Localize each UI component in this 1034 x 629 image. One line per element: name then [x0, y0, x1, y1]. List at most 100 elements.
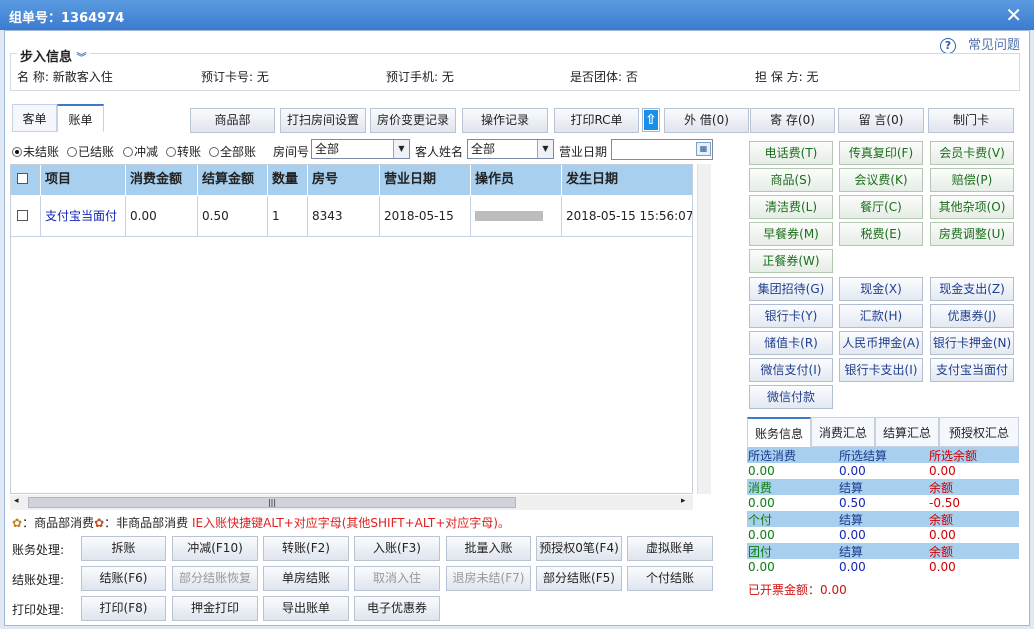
checkout-button[interactable]: 结账(F6): [81, 566, 166, 591]
print-rc-button[interactable]: 打印RC单: [554, 108, 639, 133]
partial-checkout-button[interactable]: 部分结账(F5): [536, 566, 622, 591]
guest-name-select[interactable]: 全部 ▼: [467, 139, 554, 159]
calendar-icon[interactable]: ▦: [696, 142, 711, 156]
tab-settle-summary[interactable]: 结算汇总: [875, 417, 939, 447]
single-room-checkout-button[interactable]: 单房结账: [263, 566, 349, 591]
biz-date-input[interactable]: ▦: [611, 139, 713, 160]
virtual-bill-button[interactable]: 虚拟账单: [627, 536, 713, 561]
pay-cash-out-button[interactable]: 现金支出(Z): [930, 277, 1014, 301]
scroll-right-icon[interactable]: ▸: [681, 496, 686, 506]
make-key-card-button[interactable]: 制门卡: [928, 108, 1014, 133]
chevron-down-icon[interactable]: ︾: [77, 53, 87, 64]
chevron-down-icon[interactable]: ▼: [393, 140, 409, 158]
info-label: 担 保 方:: [755, 70, 807, 84]
cleaning-setting-button[interactable]: 打扫房间设置: [280, 108, 366, 133]
pay-wechat-pay-button[interactable]: 微信付款: [749, 385, 833, 409]
pay-bank-card-button[interactable]: 银行卡(Y): [749, 304, 833, 328]
col-bizdate[interactable]: 营业日期: [380, 165, 471, 195]
pay-cash-button[interactable]: 现金(X): [839, 277, 923, 301]
tab-account-info[interactable]: 账务信息: [747, 417, 811, 447]
charge-fax-button[interactable]: 传真复印(F): [839, 141, 923, 165]
col-consume[interactable]: 消费金额: [126, 165, 198, 195]
filter-unsettled[interactable]: 未结账: [12, 143, 59, 160]
chevron-down-icon[interactable]: ▼: [537, 140, 553, 158]
split-bill-button[interactable]: 拆账: [81, 536, 166, 561]
filter-settled[interactable]: 已结账: [67, 143, 114, 160]
deposit-button[interactable]: 寄 存(0): [750, 108, 835, 133]
pay-rmb-deposit-button[interactable]: 人民币押金(A): [839, 331, 923, 355]
pay-alipay-button[interactable]: 支付宝当面付: [930, 358, 1014, 382]
charge-phone-button[interactable]: 电话费(T): [749, 141, 833, 165]
section-title[interactable]: 步入信息 ︾: [17, 46, 90, 65]
tab-consume-summary[interactable]: 消费汇总: [811, 417, 875, 447]
products-button[interactable]: 商品部: [190, 108, 275, 133]
help-link[interactable]: ? 常见问题: [940, 34, 1020, 54]
post-button[interactable]: 入账(F3): [354, 536, 440, 561]
pay-remit-button[interactable]: 汇款(H): [839, 304, 923, 328]
room-select[interactable]: 全部 ▼: [311, 139, 410, 159]
charge-compensation-button[interactable]: 赔偿(P): [930, 168, 1014, 192]
scroll-thumb[interactable]: |||: [28, 497, 516, 508]
cancel-checkin-button[interactable]: 取消入住: [354, 566, 440, 591]
select-all-checkbox[interactable]: [11, 165, 41, 195]
pay-group-button[interactable]: 集团招待(G): [749, 277, 833, 301]
charge-room-adjust-button[interactable]: 房费调整(U): [930, 222, 1014, 246]
transfer-button[interactable]: 转账(F2): [263, 536, 349, 561]
charge-breakfast-button[interactable]: 早餐券(M): [749, 222, 833, 246]
pay-card-deposit-button[interactable]: 银行卡押金(N): [930, 331, 1014, 355]
tab-guest[interactable]: 客单: [12, 104, 57, 132]
pay-stored-card-button[interactable]: 储值卡(R): [749, 331, 833, 355]
operation-log-button[interactable]: 操作记录: [462, 108, 548, 133]
pay-wechat-button[interactable]: 微信支付(I): [749, 358, 833, 382]
e-coupon-button[interactable]: 电子优惠券: [354, 596, 440, 621]
export-bill-button[interactable]: 导出账单: [263, 596, 349, 621]
col-time[interactable]: 发生日期: [562, 165, 692, 195]
charge-cleaning-button[interactable]: 清洁费(L): [749, 195, 833, 219]
col-settle[interactable]: 结算金额: [198, 165, 268, 195]
sum-group: 0.00: [748, 560, 775, 574]
filter-transfer[interactable]: 转账: [166, 143, 201, 160]
close-icon[interactable]: ✕: [1005, 3, 1022, 27]
partial-restore-button[interactable]: 部分结账恢复: [172, 566, 258, 591]
message-button[interactable]: 留 言(0): [838, 108, 924, 133]
filter-offset[interactable]: 冲减: [123, 143, 158, 160]
charge-goods-button[interactable]: 商品(S): [749, 168, 833, 192]
preauth-button[interactable]: 预授权0笔(F4): [536, 536, 622, 561]
print-button[interactable]: 打印(F8): [81, 596, 166, 621]
scroll-left-icon[interactable]: ◂: [14, 496, 19, 506]
horizontal-scrollbar[interactable]: ◂ ||| ▸: [10, 495, 693, 510]
col-qty[interactable]: 数量: [268, 165, 308, 195]
info-value: 无: [441, 70, 454, 84]
deposit-print-button[interactable]: 押金打印: [172, 596, 258, 621]
tab-preauth-summary[interactable]: 预授权汇总: [939, 417, 1019, 447]
price-change-log-button[interactable]: 房价变更记录: [370, 108, 456, 133]
col-operator[interactable]: 操作员: [471, 165, 562, 195]
lend-button[interactable]: 外 借(0): [664, 108, 749, 133]
cell-bizdate: 2018-05-15: [380, 196, 471, 237]
cell-item: 支付宝当面付: [41, 196, 126, 237]
charge-misc-button[interactable]: 其他杂项(O): [930, 195, 1014, 219]
batch-post-button[interactable]: 批量入账: [446, 536, 531, 561]
personal-checkout-button[interactable]: 个付结账: [627, 566, 713, 591]
filter-all[interactable]: 全部账: [209, 143, 256, 160]
pay-card-out-button[interactable]: 银行卡支出(I): [839, 358, 923, 382]
offset-button[interactable]: 冲减(F10): [172, 536, 258, 561]
table-row[interactable]: 支付宝当面付 0.00 0.50 1 8343 2018-05-15 2018-…: [11, 196, 692, 237]
charge-meal-button[interactable]: 正餐券(W): [749, 249, 833, 273]
info-value: 新散客入住: [52, 70, 113, 84]
charge-tax-button[interactable]: 税费(E): [839, 222, 923, 246]
tab-bill[interactable]: 账单: [57, 104, 104, 132]
redacted-operator: [475, 211, 543, 221]
upload-button[interactable]: ⇧: [642, 108, 660, 132]
charge-restaurant-button[interactable]: 餐厅(C): [839, 195, 923, 219]
charge-member-card-button[interactable]: 会员卡费(V): [930, 141, 1014, 165]
charge-meeting-button[interactable]: 会议费(K): [839, 168, 923, 192]
col-item[interactable]: 项目: [41, 165, 126, 195]
pay-coupon-button[interactable]: 优惠券(J): [930, 304, 1014, 328]
col-room[interactable]: 房号: [308, 165, 380, 195]
row-checkbox[interactable]: [11, 196, 41, 237]
info-group: [10, 53, 1020, 91]
vertical-scrollbar[interactable]: [697, 164, 711, 494]
checkout-unsettled-button[interactable]: 退房未结(F7): [446, 566, 531, 591]
help-label: 常见问题: [968, 38, 1021, 53]
